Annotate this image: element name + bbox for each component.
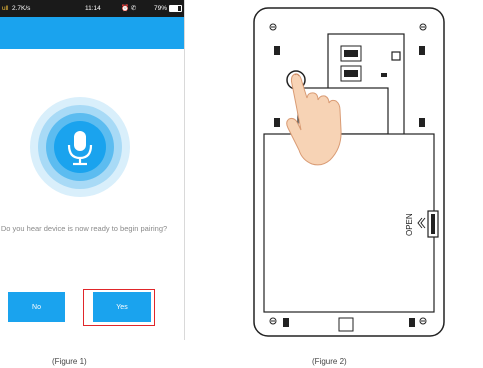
yes-highlight-frame: [83, 289, 155, 326]
figure2-caption: (Figure 2): [312, 357, 347, 366]
device-back-illustration: OPEN: [252, 6, 446, 338]
battery-percent: 79%: [154, 5, 168, 12]
figure1-caption: (Figure 1): [52, 357, 87, 366]
signal-icon: ull: [2, 5, 9, 12]
alarm-wifi-icons: ⏰ ✆: [121, 5, 137, 12]
microphone-icon[interactable]: [28, 95, 132, 199]
pairing-prompt: Do you hear device is now ready to begin…: [0, 224, 168, 233]
battery-icon: [169, 5, 182, 12]
status-bar: ull 2.7K/s 11:14 ⏰ ✆ 79%: [0, 0, 184, 17]
open-label: OPEN: [405, 213, 414, 236]
app-header-bar: [0, 17, 184, 49]
status-time: 11:14: [85, 5, 101, 12]
phone-screen: ull 2.7K/s 11:14 ⏰ ✆ 79% Do you hear dev…: [0, 0, 185, 340]
network-speed: 2.7K/s: [12, 5, 31, 12]
no-button[interactable]: No: [8, 292, 65, 322]
